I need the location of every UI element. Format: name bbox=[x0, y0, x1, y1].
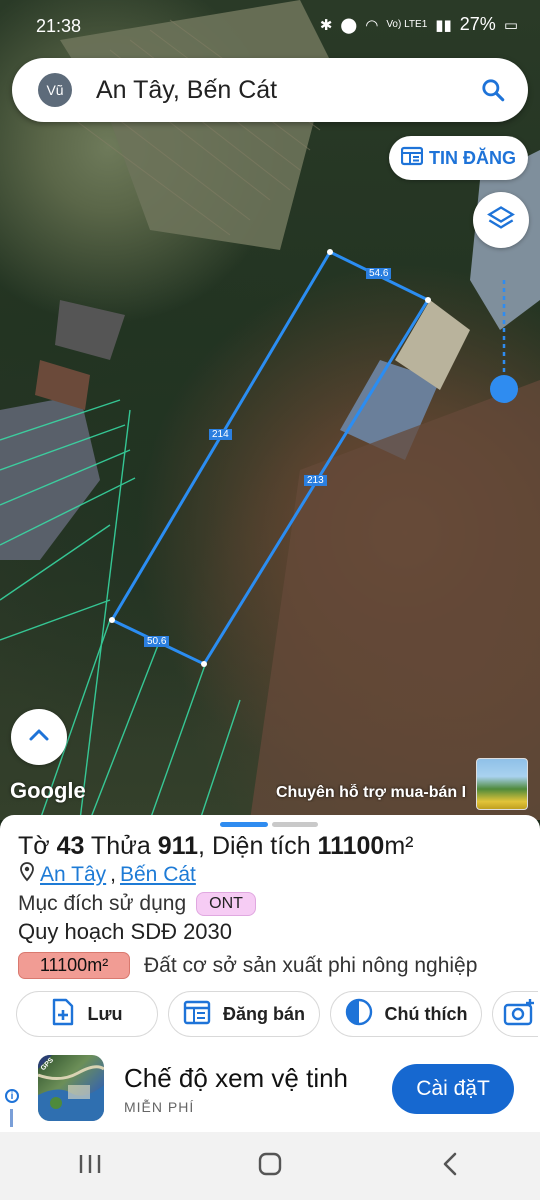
save-label: Lưu bbox=[87, 1003, 123, 1024]
land-use-label: Mục đích sử dụng bbox=[18, 892, 187, 915]
status-icons: ✱ ⬤ ◠ Vo) LTE1 ▮▮ 27% ▭ bbox=[320, 14, 518, 35]
ward-link[interactable]: An Tây bbox=[40, 863, 106, 887]
map-imagery bbox=[0, 0, 540, 820]
ad-info-icon[interactable]: i bbox=[5, 1089, 19, 1103]
battery-icon: ▭ bbox=[503, 16, 518, 34]
install-button[interactable]: Cài đặT bbox=[392, 1064, 514, 1114]
google-logo: Google bbox=[10, 778, 86, 803]
home-button[interactable] bbox=[240, 1136, 300, 1196]
recent-apps-button[interactable] bbox=[60, 1136, 120, 1196]
title-sheet-label: Tờ bbox=[18, 832, 57, 860]
layers-button[interactable] bbox=[473, 192, 529, 248]
area-value: 11100 bbox=[317, 832, 385, 860]
back-icon bbox=[441, 1151, 459, 1182]
recent-apps-icon bbox=[77, 1153, 103, 1180]
sheet-number: 43 bbox=[56, 832, 85, 860]
edge-label-top: 54.6 bbox=[366, 268, 392, 279]
land-use-badge: ONT bbox=[196, 892, 256, 916]
avatar[interactable]: Vũ bbox=[38, 73, 72, 107]
legend-button[interactable]: Chú thích bbox=[330, 991, 482, 1037]
location-pin-icon bbox=[18, 862, 36, 888]
edge-label-right: 213 bbox=[304, 475, 327, 486]
ad-banner[interactable]: i GPS Chế độ xem vệ tinh MIỄN PHÍ Cài đặ… bbox=[0, 1047, 540, 1132]
page-indicator-inactive bbox=[272, 822, 318, 827]
battery-percent: 27% bbox=[459, 14, 496, 34]
sheet-handle[interactable] bbox=[220, 822, 318, 827]
action-row: Lưu Đăng bán Chú thích bbox=[16, 991, 538, 1037]
parcel-info-sheet: Tờ 43 Thửa 911, Diện tích 11100m² An Tây… bbox=[0, 815, 540, 1047]
parcel-address: An Tây, Bến Cát bbox=[18, 862, 196, 888]
area-unit: m² bbox=[384, 832, 414, 860]
search-bar[interactable]: Vũ An Tây, Bến Cát bbox=[12, 58, 528, 122]
screen: 54.6 214 213 50.6 21:38 ✱ ⬤ ◠ Vo) LTE1 ▮… bbox=[0, 0, 540, 1200]
current-location-dot bbox=[490, 375, 518, 403]
layers-icon bbox=[487, 204, 515, 237]
land-use-row: Mục đích sử dụng ONT bbox=[18, 892, 256, 916]
planning-area-badge: 11100m² bbox=[18, 952, 130, 979]
address-separator: , bbox=[110, 863, 116, 886]
calendar-icon bbox=[183, 999, 211, 1030]
location-pin-icon: ⬤ bbox=[340, 16, 358, 34]
post-listing-label: TIN ĐĂNG bbox=[429, 147, 516, 168]
wifi-icon: ◠ bbox=[365, 16, 379, 34]
add-photo-button[interactable] bbox=[492, 991, 538, 1037]
save-button[interactable]: Lưu bbox=[16, 991, 158, 1037]
expand-sheet-button[interactable] bbox=[11, 709, 67, 765]
promo-banner-photo[interactable] bbox=[476, 758, 528, 810]
promo-banner-text[interactable]: Chuyên hỗ trợ mua-bán I bbox=[276, 784, 472, 802]
planning-heading: Quy hoạch SDĐ 2030 bbox=[18, 919, 233, 944]
search-input[interactable]: An Tây, Bến Cát bbox=[96, 76, 468, 105]
add-file-icon bbox=[51, 998, 75, 1031]
post-sale-button[interactable]: Đăng bán bbox=[168, 991, 320, 1037]
half-circle-icon bbox=[345, 998, 373, 1031]
post-sale-label: Đăng bán bbox=[222, 1003, 305, 1024]
bluetooth-icon: ✱ bbox=[319, 16, 333, 34]
ad-choices-bar bbox=[10, 1109, 13, 1127]
planning-row: 11100m² Đất cơ sở sản xuất phi nông nghi… bbox=[18, 952, 477, 979]
search-icon[interactable] bbox=[468, 65, 518, 115]
title-area-label: , Diện tích bbox=[198, 832, 318, 860]
district-link[interactable]: Bến Cát bbox=[120, 863, 196, 887]
status-time: 21:38 bbox=[36, 16, 82, 36]
post-listing-button[interactable]: TIN ĐĂNG bbox=[389, 136, 528, 180]
home-icon bbox=[257, 1151, 283, 1182]
edge-label-bottom: 50.6 bbox=[144, 636, 170, 647]
satellite-map[interactable]: 54.6 214 213 50.6 21:38 ✱ ⬤ ◠ Vo) LTE1 ▮… bbox=[0, 0, 540, 820]
signal-icon: ▮▮ bbox=[435, 16, 452, 34]
listing-icon bbox=[400, 146, 424, 171]
add-photo-icon bbox=[503, 998, 535, 1031]
ad-title: Chế độ xem vệ tinh bbox=[124, 1063, 349, 1093]
title-lot-label: Thửa bbox=[84, 832, 158, 860]
lot-number: 911 bbox=[157, 832, 199, 860]
network-label: Vo) LTE1 bbox=[386, 18, 428, 30]
back-button[interactable] bbox=[420, 1136, 480, 1196]
app-icon[interactable]: GPS bbox=[38, 1055, 104, 1121]
status-bar: 21:38 ✱ ⬤ ◠ Vo) LTE1 ▮▮ 27% ▭ bbox=[0, 0, 540, 52]
chevron-up-icon bbox=[28, 728, 50, 747]
planning-description: Đất cơ sở sản xuất phi nông nghiệp bbox=[144, 953, 478, 977]
edge-label-left: 214 bbox=[209, 429, 232, 440]
ad-subtitle: MIỄN PHÍ bbox=[124, 1099, 195, 1115]
parcel-title: Tờ 43 Thửa 911, Diện tích 11100m² bbox=[18, 832, 413, 861]
page-indicator-active bbox=[220, 822, 268, 827]
legend-label: Chú thích bbox=[384, 1003, 468, 1024]
system-nav-bar bbox=[0, 1132, 540, 1200]
